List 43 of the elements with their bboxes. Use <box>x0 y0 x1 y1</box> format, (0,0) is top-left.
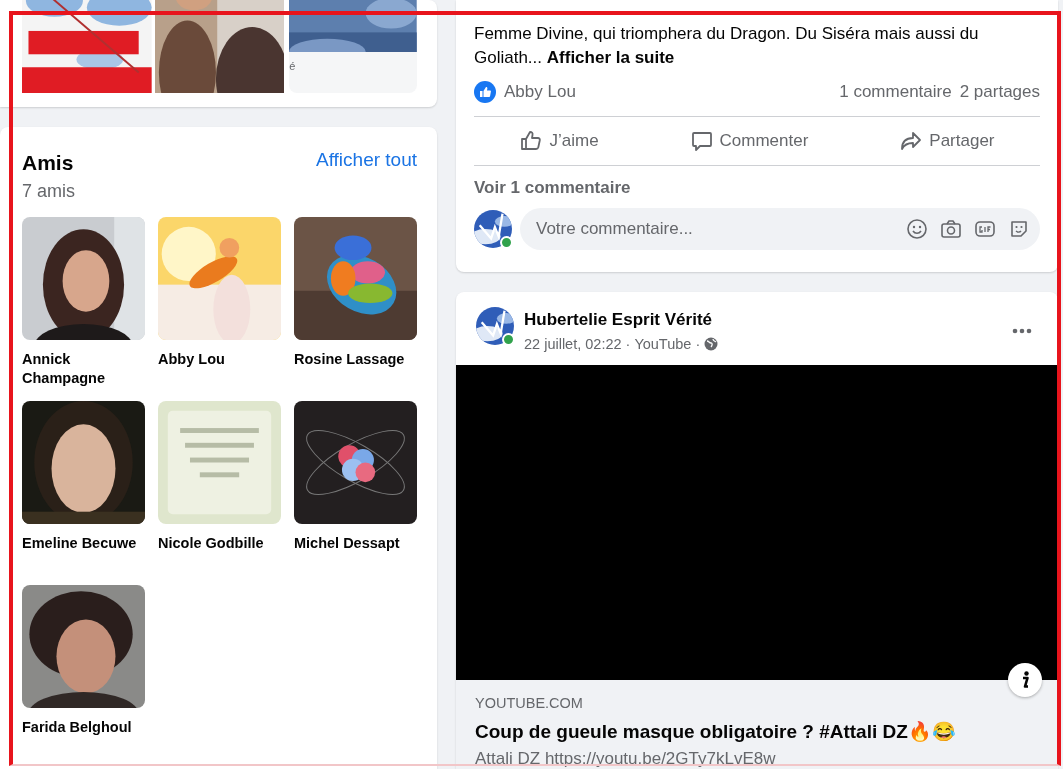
reactors-name[interactable]: Abby Lou <box>504 82 576 102</box>
view-comments-link[interactable]: Voir 1 commentaire <box>474 178 631 198</box>
post-date[interactable]: 22 juillet, 02:22 <box>524 336 622 352</box>
post-source: YouTube <box>634 336 692 352</box>
section-title: Amis <box>22 151 75 175</box>
friend-name[interactable]: Emeline Becuwe <box>22 534 145 553</box>
link-domain: YOUTUBE.COM <box>475 695 584 711</box>
friend-name[interactable]: Nicole Godbille <box>158 534 281 553</box>
post-text: Femme Divine, qui triomphera du Dragon. Du Siséra mais aussi du <box>474 23 980 45</box>
link-description: Attali DZ https://youtu.be/2GTy7kLvE8w <box>475 749 777 769</box>
dots-icon <box>1012 327 1032 334</box>
friend-name[interactable]: Annick Champagne <box>22 350 145 388</box>
comments-count[interactable]: 1 commentaire <box>839 82 952 102</box>
link-title[interactable]: Coup de gueule masque obligatoire ? #Attali DZ🔥😂 <box>475 720 1040 743</box>
see-all-link[interactable]: Afficher tout <box>315 149 417 171</box>
share-button[interactable]: Partager <box>889 123 1005 159</box>
shares-count[interactable]: 2 partages <box>959 82 1040 102</box>
friend-name[interactable]: Michel Dessapt <box>294 534 417 553</box>
comment-button[interactable]: Commenter <box>679 123 819 159</box>
info-icon <box>1020 671 1030 689</box>
smiley-icon[interactable] <box>906 218 928 240</box>
friend-name[interactable]: Abby Lou <box>158 350 281 369</box>
friend-name[interactable]: Farida Belghoul <box>22 718 145 737</box>
share-arrow-icon <box>899 129 924 153</box>
gif-icon[interactable] <box>974 218 996 240</box>
comment-composer[interactable]: Votre commentaire... <box>520 208 1040 250</box>
comment-field[interactable]: Votre commentaire... <box>534 218 894 240</box>
separator-dot: · <box>695 336 701 352</box>
photo-caption: é <box>289 59 297 72</box>
friends-count: 7 amis <box>22 181 75 202</box>
speech-bubble-icon <box>689 129 714 153</box>
globe-icon <box>704 337 719 351</box>
like-reaction-icon <box>474 81 496 103</box>
like-button[interactable]: J’aime <box>509 123 609 159</box>
separator-dot: · <box>625 336 631 352</box>
camera-icon[interactable] <box>940 218 962 240</box>
sticker-icon[interactable] <box>1008 218 1030 240</box>
friend-name[interactable]: Rosine Lassage <box>294 350 417 369</box>
thumbs-up-icon <box>519 129 544 153</box>
post-text: Goliath... <box>474 48 543 67</box>
author-name[interactable]: Hubertelie Esprit Vérité <box>524 310 994 330</box>
link-preview[interactable]: YOUTUBE.COM Coup de gueule masque obligatoire ? #Attali DZ🔥😂 Attali DZ https://youtu.be/2GTy7kLvE8w <box>456 680 1058 769</box>
see-more-link[interactable]: Afficher la suite <box>546 48 675 67</box>
